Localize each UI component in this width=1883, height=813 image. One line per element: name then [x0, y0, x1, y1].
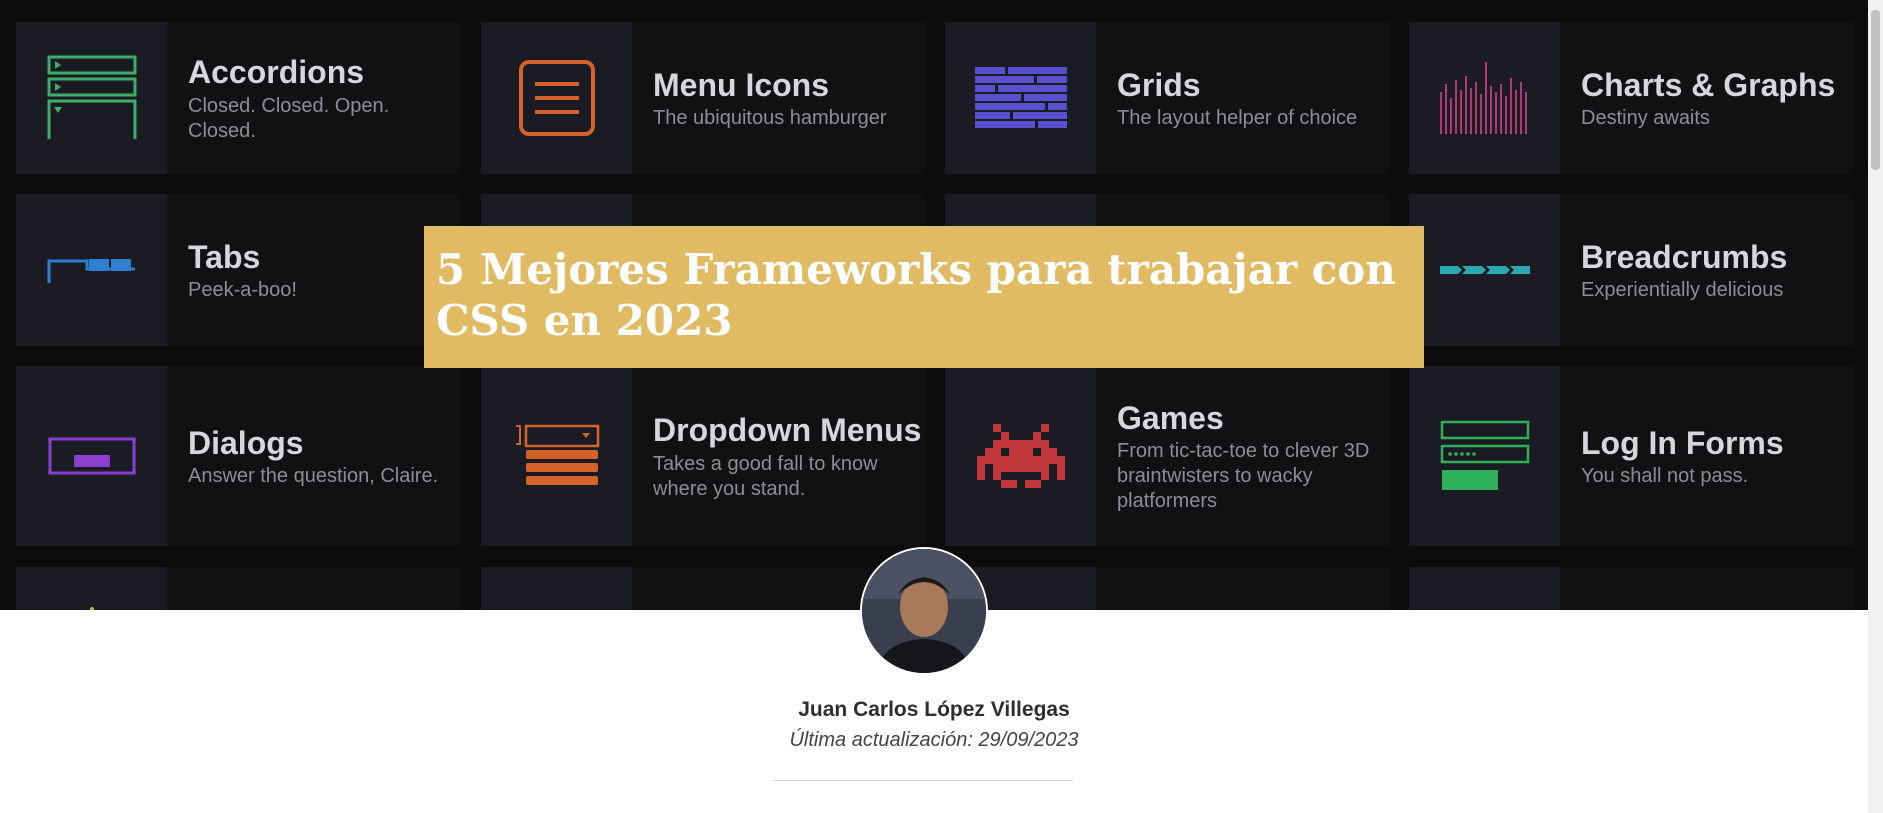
card-icon-box: [16, 567, 167, 610]
card-games[interactable]: Games From tic-tac-toe to clever 3D brai…: [945, 366, 1389, 546]
divider: [773, 780, 1073, 781]
space-invader-icon: [976, 424, 1065, 488]
card-icon-box: [1409, 567, 1560, 610]
card-subtitle: The ubiquitous hamburger: [653, 107, 887, 130]
author-name: Juan Carlos López Villegas: [798, 698, 1070, 721]
card-title: Dialogs: [188, 424, 304, 461]
card-title: Accordions: [188, 54, 365, 91]
card-subtitle: The layout helper of choice: [1117, 107, 1358, 130]
scrollbar-thumb[interactable]: [1871, 10, 1880, 170]
card-subtitle: Takes a good fall to know where you stan…: [653, 452, 878, 500]
card-icon-box: [16, 366, 167, 546]
card-icon-box: [945, 366, 1096, 546]
avatar: [860, 547, 988, 675]
card-subtitle: You shall not pass.: [1581, 465, 1749, 488]
article-title: 5 Mejores Frameworks para trabajar con C…: [436, 245, 1396, 346]
card-title: Grids: [1117, 66, 1201, 103]
avatar-photo: [862, 549, 986, 673]
tabs-icon: [47, 259, 135, 283]
hamburger-icon: [518, 60, 595, 136]
card-title: Log In Forms: [1581, 424, 1784, 461]
card-accordions[interactable]: Accordions Closed. Closed. Open. Closed.: [16, 22, 460, 174]
breadcrumbs-icon: [1439, 266, 1530, 274]
login-form-icon: [1440, 420, 1529, 490]
card-title: Dropdown Menus: [653, 412, 922, 449]
card-title: Tabs: [188, 238, 261, 275]
card-subtitle: From tic-tac-toe to clever 3D braintwist…: [1117, 440, 1370, 513]
card-grids[interactable]: Grids The layout helper of choice: [945, 22, 1389, 174]
dropdown-icon: [515, 424, 599, 485]
card-hidden-5[interactable]: [1409, 567, 1853, 610]
accordion-icon: [47, 55, 136, 139]
card-subtitle: Answer the question, Claire.: [188, 465, 439, 488]
dialog-icon: [48, 437, 135, 475]
card-log-in-forms[interactable]: Log In Forms You shall not pass.: [1409, 366, 1853, 546]
loader-icon: [89, 607, 94, 610]
bar-chart-icon: [1439, 62, 1527, 134]
card-icon-box: [481, 366, 632, 546]
card-icon-box: [1409, 22, 1560, 174]
card-subtitle: Experientially delicious: [1581, 279, 1784, 302]
hero-banner: Accordions Closed. Closed. Open. Closed.…: [0, 0, 1868, 610]
card-title: Menu Icons: [653, 66, 830, 103]
card-breadcrumbs[interactable]: Breadcrumbs Experientially delicious: [1409, 194, 1853, 346]
card-subtitle: Closed. Closed. Open. Closed.: [188, 94, 390, 142]
card-loaders[interactable]: [16, 567, 460, 610]
card-menu-icons[interactable]: Menu Icons The ubiquitous hamburger: [481, 22, 925, 174]
card-dialogs[interactable]: Dialogs Answer the question, Claire.: [16, 366, 460, 546]
card-tabs[interactable]: Tabs Peek-a-boo!: [16, 194, 460, 346]
article-title-box: 5 Mejores Frameworks para trabajar con C…: [424, 226, 1424, 368]
scrollbar[interactable]: [1868, 0, 1883, 813]
grid-icon: [974, 67, 1067, 128]
card-title: Games: [1117, 399, 1224, 436]
card-icon-box: [481, 22, 632, 174]
last-updated: Última actualización: 29/09/2023: [789, 729, 1079, 751]
card-subtitle: Destiny awaits: [1581, 107, 1710, 130]
card-charts-graphs[interactable]: Charts & Graphs Destiny awaits: [1409, 22, 1853, 174]
card-icon-box: [481, 567, 632, 610]
card-dropdown-menus[interactable]: Dropdown Menus Takes a good fall to know…: [481, 366, 925, 546]
card-subtitle: Peek-a-boo!: [188, 279, 297, 302]
card-icon-box: [16, 194, 167, 346]
card-icon-box: [1409, 194, 1560, 346]
card-icon-box: [16, 22, 167, 174]
card-icon-box: [1409, 366, 1560, 546]
card-hidden-4[interactable]: [945, 567, 1389, 610]
card-title: Charts & Graphs: [1581, 66, 1836, 103]
card-icon-box: [945, 22, 1096, 174]
card-hidden-3[interactable]: [481, 567, 925, 610]
card-title: Breadcrumbs: [1581, 238, 1788, 275]
